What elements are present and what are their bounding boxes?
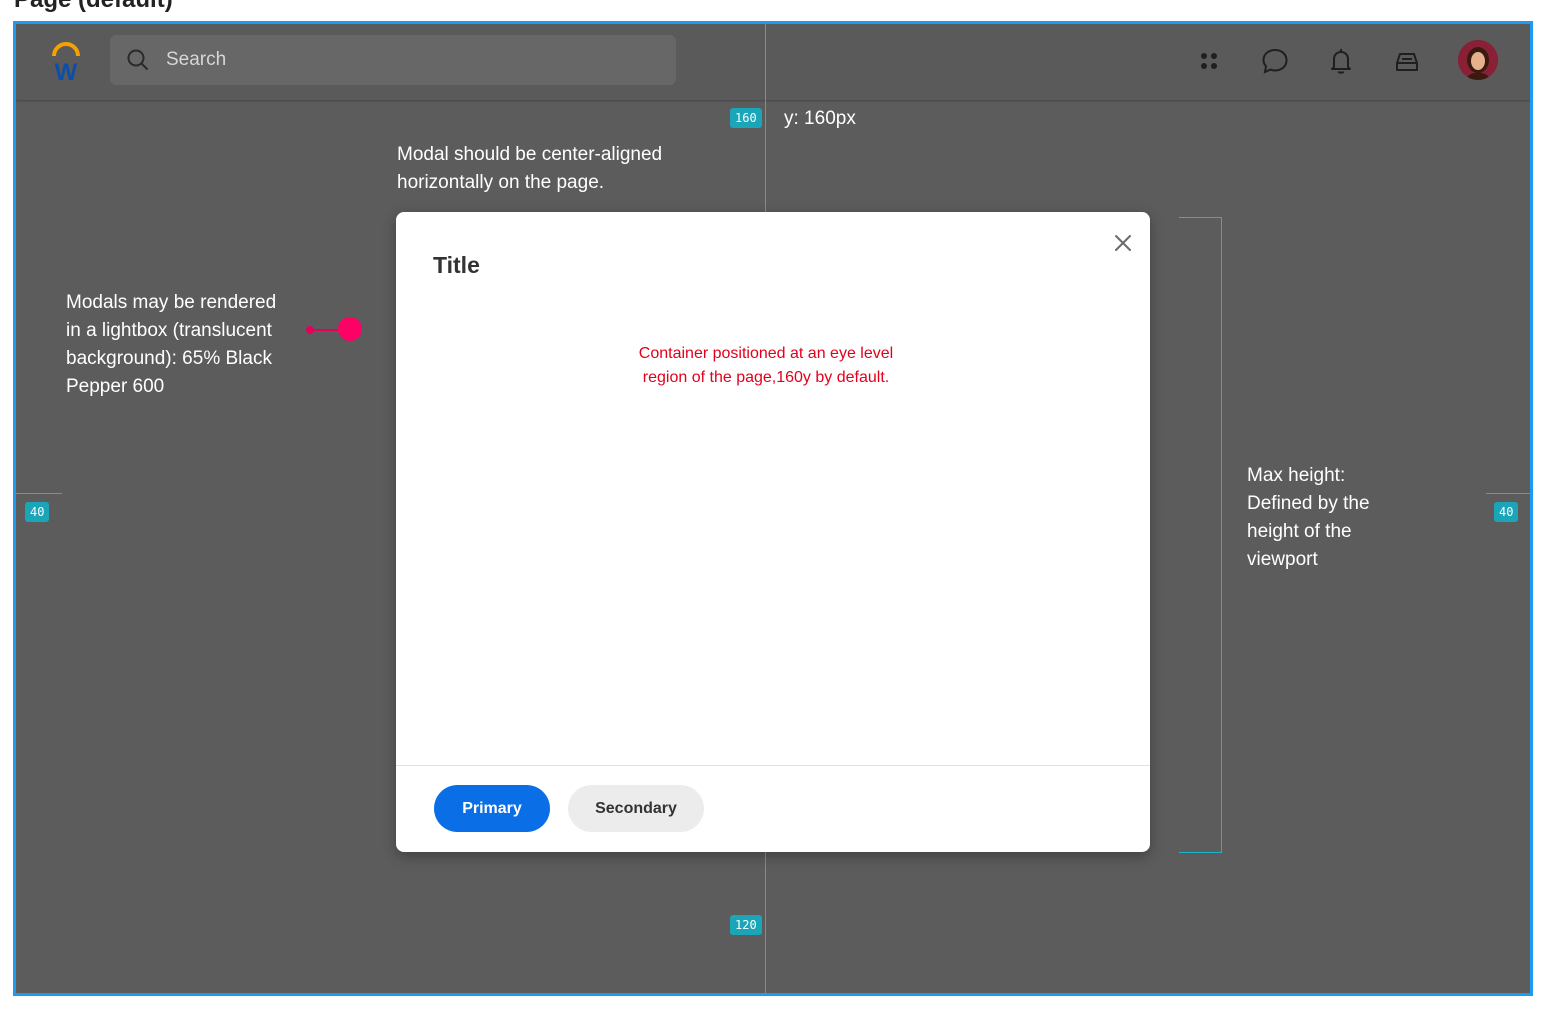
lightbox-note: Modals may be rendered in a lightbox (tr… <box>66 289 276 401</box>
modal-position-note-line2: region of the page,160y by default. <box>642 369 890 386</box>
max-height-note-line1: Max height: <box>1247 465 1346 486</box>
lightbox-note-line4: Pepper 600 <box>66 376 165 397</box>
pin-start-dot <box>306 326 314 334</box>
max-height-note-line4: viewport <box>1247 549 1318 570</box>
y-position-label: y: 160px <box>784 108 856 129</box>
left-margin-badge: 40 <box>25 502 50 522</box>
center-align-note: Modal should be center-aligned horizonta… <box>397 141 662 197</box>
modal-title: Title <box>433 252 480 278</box>
apps-icon[interactable] <box>1194 46 1224 76</box>
max-height-note: Max height: Defined by the height of the… <box>1247 462 1370 574</box>
top-offset-badge: 160 <box>730 108 762 128</box>
lightbox-note-line2: in a lightbox (translucent <box>66 320 272 341</box>
top-bar: W Search <box>16 24 1530 100</box>
primary-button[interactable]: Primary <box>434 785 550 832</box>
annotation-pin <box>338 317 362 341</box>
max-height-note-line2: Defined by the <box>1247 493 1370 514</box>
workday-logo[interactable]: W <box>48 42 84 86</box>
logo-letter: W <box>55 59 78 82</box>
avatar[interactable] <box>1458 40 1498 80</box>
bottom-offset-badge: 120 <box>730 915 762 935</box>
modal-dialog: Title Container positioned at an eye lev… <box>396 212 1150 852</box>
lightbox-note-line3: background): 65% Black <box>66 348 272 369</box>
viewport-frame: W Search 160 y: 160px Modal should be ce… <box>13 21 1533 996</box>
max-height-bracket <box>1179 217 1222 853</box>
center-align-note-line1: Modal should be center-aligned <box>397 144 663 165</box>
search-icon <box>126 48 150 77</box>
close-icon[interactable] <box>1108 228 1138 258</box>
right-margin-badge: 40 <box>1494 502 1519 522</box>
modal-footer: Primary Secondary <box>396 765 1150 852</box>
inbox-icon[interactable] <box>1392 46 1422 76</box>
max-height-note-line3: height of the <box>1247 521 1352 542</box>
modal-position-note: Container positioned at an eye level reg… <box>396 342 1136 390</box>
center-align-note-line2: horizontally on the page. <box>397 172 605 193</box>
page-heading: Page (default) <box>14 0 173 14</box>
secondary-button[interactable]: Secondary <box>568 785 704 832</box>
left-margin-guide <box>16 493 62 494</box>
lightbox-note-line1: Modals may be rendered <box>66 292 277 313</box>
chat-icon[interactable] <box>1260 46 1290 76</box>
modal-position-note-line1: Container positioned at an eye level <box>638 345 894 362</box>
bell-icon[interactable] <box>1326 46 1356 76</box>
search-bar[interactable]: Search <box>110 35 676 85</box>
search-placeholder: Search <box>166 49 227 70</box>
right-margin-guide <box>1486 493 1530 494</box>
